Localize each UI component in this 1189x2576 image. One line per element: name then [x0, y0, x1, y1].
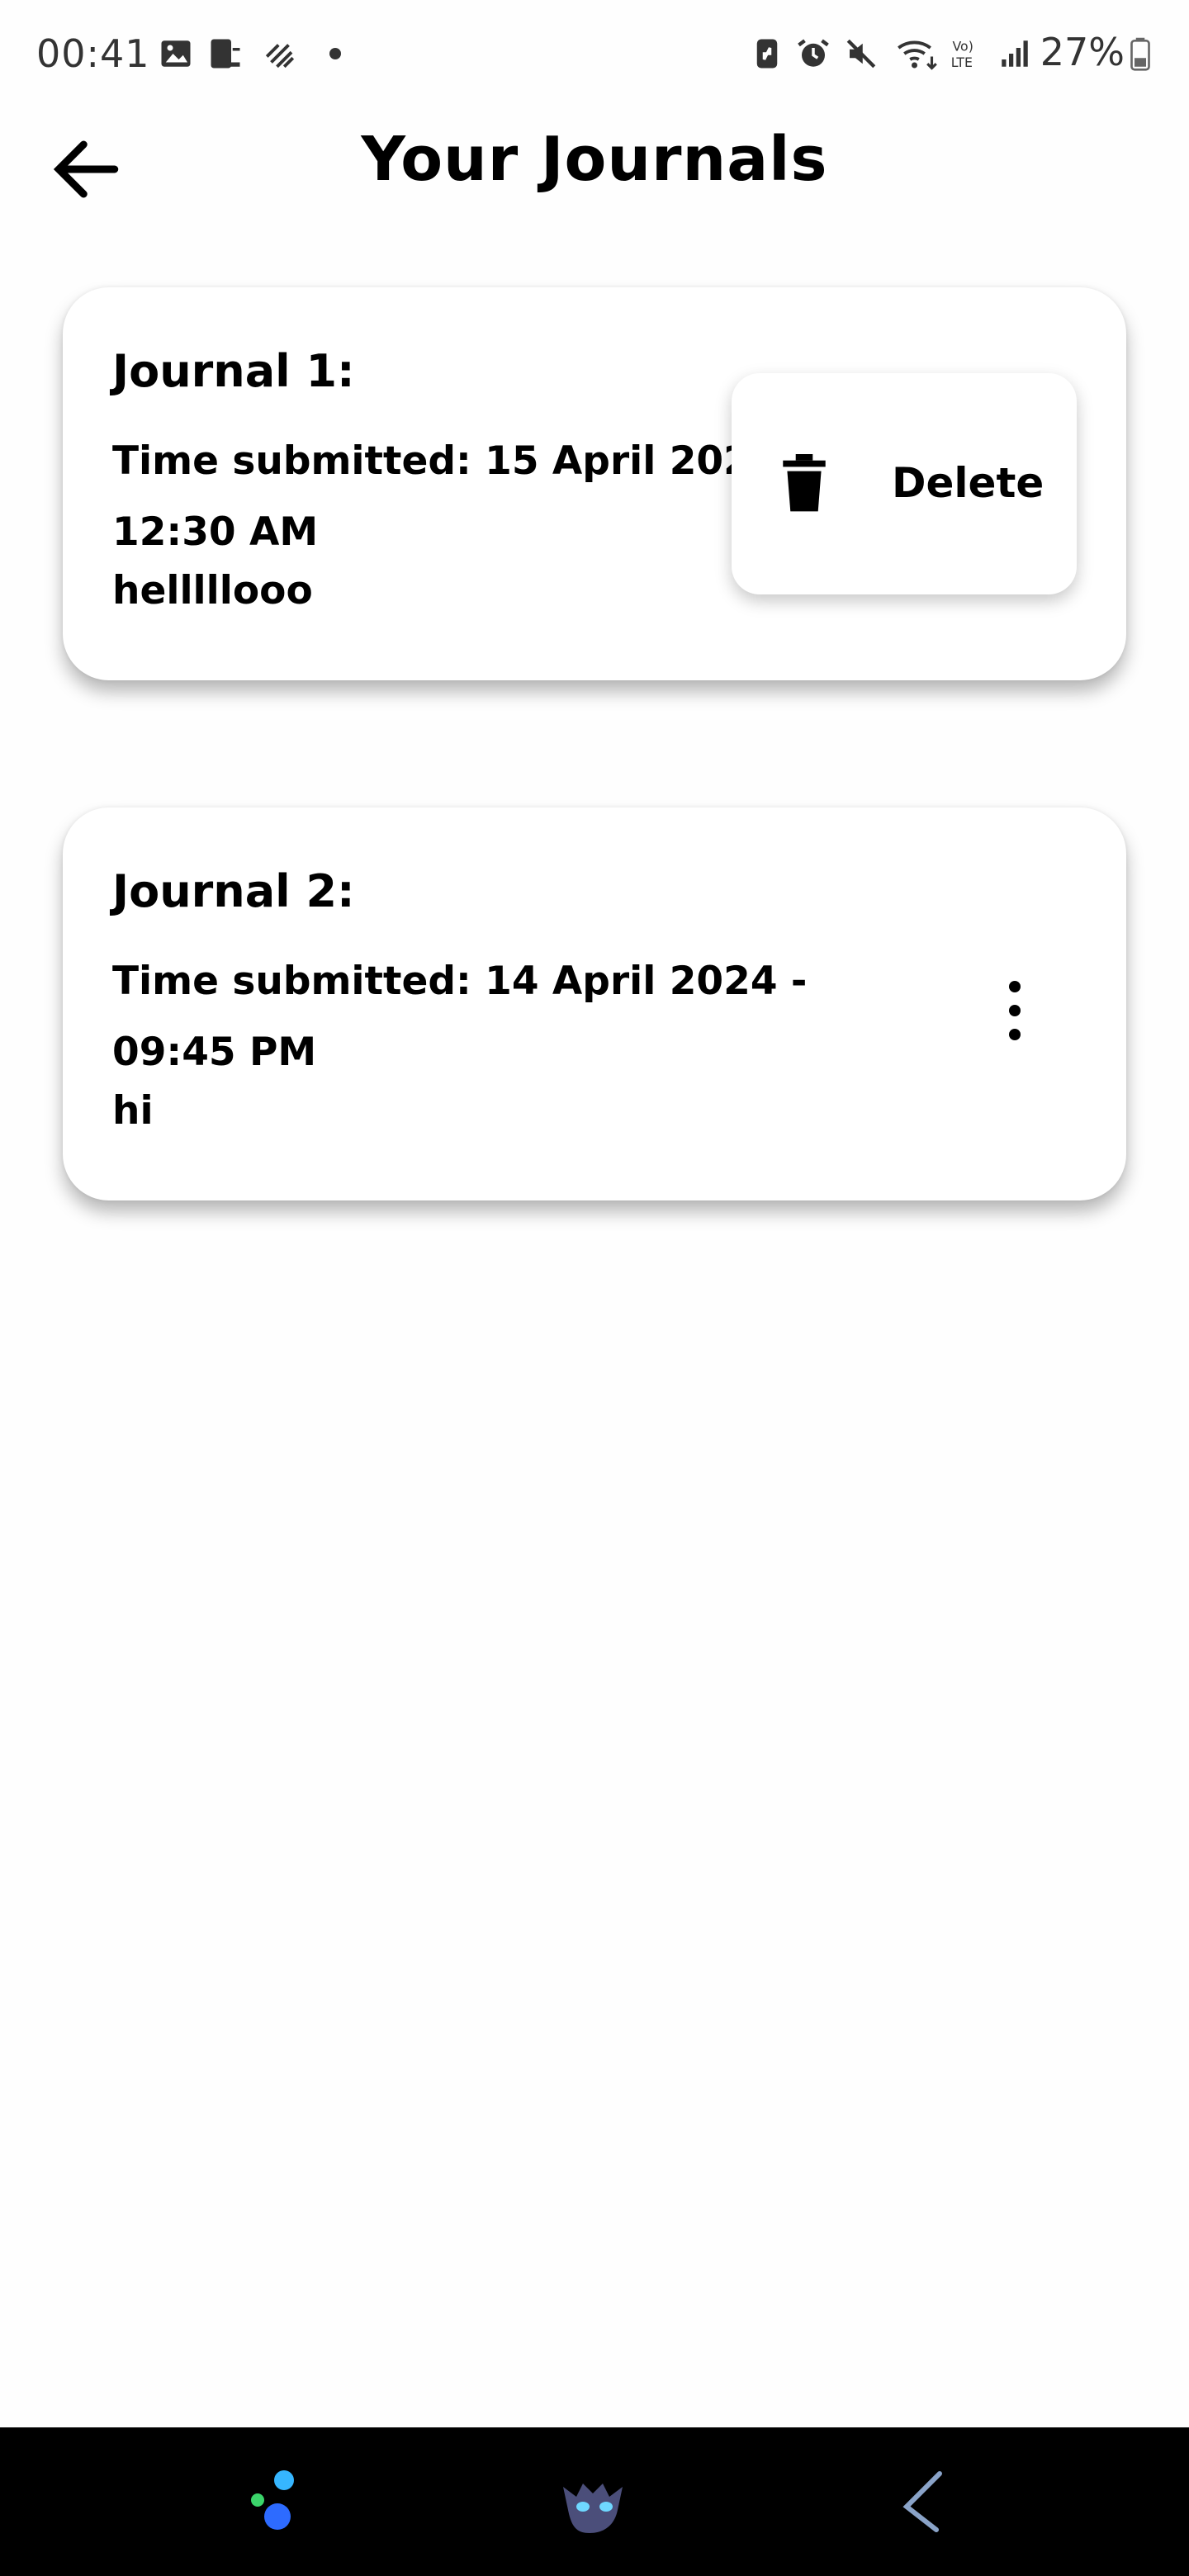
battery-saver-icon: [756, 39, 778, 69]
navigation-bar: [0, 2427, 1189, 2576]
volte-icon: Vo)LTE: [951, 39, 973, 70]
wifi-icon: [898, 40, 937, 70]
journal-title: Journal 1:: [112, 345, 355, 397]
status-bar: 00:41 Vo) LTE 27%: [0, 0, 1189, 107]
journal-body: hi: [112, 1088, 154, 1134]
gallery-icon: [161, 40, 191, 67]
svg-text:LTE: LTE: [951, 54, 973, 70]
battery-icon: [1130, 37, 1150, 71]
journal-title: Journal 2:: [112, 865, 355, 917]
journal-time: Time submitted: 14 April 2024 - 09:45 PM: [112, 959, 808, 1075]
more-vert-icon[interactable]: [1002, 978, 1027, 1044]
cell-signal-icon: [1002, 40, 1028, 67]
alarm-icon: [798, 39, 829, 67]
assistant-icon[interactable]: [221, 2460, 304, 2543]
status-time: 00:41: [36, 31, 150, 76]
app-avatar-icon[interactable]: [553, 2460, 636, 2543]
back-gesture-icon[interactable]: [883, 2460, 966, 2543]
device-icon: [211, 39, 240, 69]
page-title: Your Journals: [361, 124, 828, 195]
mute-icon: [846, 39, 876, 69]
signal-noise-icon: [265, 44, 295, 69]
delete-menu-item[interactable]: Delete: [892, 459, 1044, 507]
journal-card-2[interactable]: Journal 2: Time submitted: 14 April 2024…: [63, 807, 1126, 1200]
battery-percent: 27%: [1040, 30, 1125, 74]
journal-body: helllllooo: [112, 568, 313, 613]
svg-text:Vo): Vo): [953, 39, 973, 54]
dot-icon: [329, 48, 341, 59]
delete-menu[interactable]: Delete: [732, 373, 1077, 594]
trash-icon: [783, 454, 826, 512]
